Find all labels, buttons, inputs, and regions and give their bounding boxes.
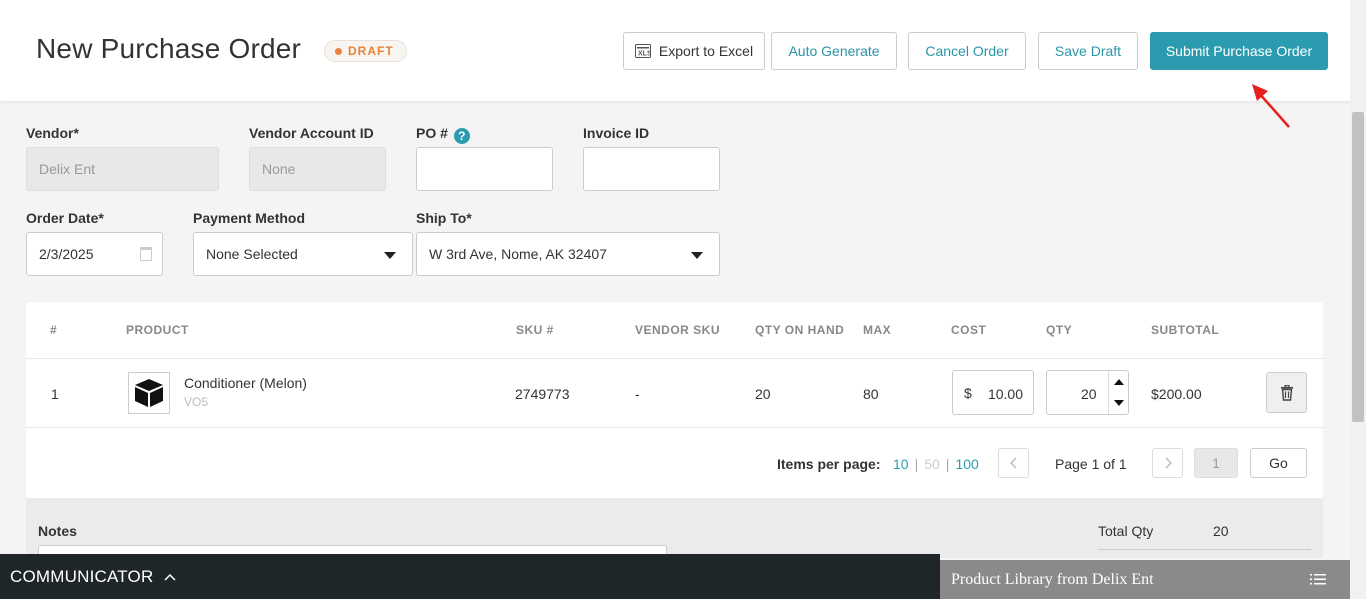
order-date-label: Order Date*	[26, 210, 104, 226]
per-page-option-10[interactable]: 10	[893, 456, 909, 472]
product-brand: VO5	[184, 395, 209, 409]
communicator-label: COMMUNICATOR	[10, 566, 154, 586]
cost-input[interactable]: $ 10.00	[952, 370, 1034, 415]
export-button-label: Export to Excel	[658, 43, 754, 59]
annotation-arrow	[1252, 84, 1290, 128]
page-indicator: Page 1 of 1	[1055, 456, 1127, 472]
column-header-vendor-sku: VENDOR SKU	[635, 323, 721, 337]
spinner-up-icon[interactable]	[1109, 371, 1129, 392]
po-number-label-text: PO #	[416, 125, 448, 141]
cost-value: 10.00	[987, 386, 1023, 402]
auto-generate-button[interactable]: Auto Generate	[771, 32, 897, 70]
product-name[interactable]: Conditioner (Melon)	[184, 375, 307, 391]
chevron-left-icon	[1009, 457, 1017, 469]
qty-value: 20	[1081, 386, 1097, 402]
items-per-page-options: 10 | 50 | 100	[893, 456, 979, 472]
save-draft-button[interactable]: Save Draft	[1038, 32, 1138, 70]
notes-section: Notes Total Qty 20	[26, 498, 1323, 565]
row-subtotal: $200.00	[1151, 386, 1202, 402]
calendar-icon[interactable]	[140, 247, 152, 261]
chevron-right-icon	[1164, 457, 1172, 469]
column-header-sku: SKU #	[516, 323, 554, 337]
row-qty-on-hand: 20	[755, 386, 771, 402]
per-page-option-50[interactable]: 50	[924, 456, 940, 472]
row-max: 80	[863, 386, 879, 402]
excel-icon: XLS	[634, 44, 651, 58]
status-badge-label: DRAFT	[348, 44, 394, 58]
line-items-card: # PRODUCT SKU # VENDOR SKU QTY ON HAND M…	[26, 302, 1323, 498]
column-header-index: #	[50, 323, 58, 337]
order-date-input[interactable]: 2/3/2025	[26, 232, 163, 276]
next-page-button[interactable]	[1152, 448, 1183, 478]
row-index: 1	[51, 386, 59, 402]
page-header: New Purchase Order DRAFT XLS Export to E…	[0, 0, 1350, 101]
row-sku: 2749773	[515, 386, 570, 402]
per-page-separator: |	[914, 456, 919, 472]
export-to-excel-button[interactable]: XLS Export to Excel	[623, 32, 765, 70]
invoice-id-input[interactable]	[583, 147, 720, 191]
submit-purchase-order-button[interactable]: Submit Purchase Order	[1150, 32, 1328, 70]
items-per-page-label: Items per page:	[777, 456, 881, 472]
vendor-field: Delix Ent	[26, 147, 219, 191]
per-page-option-100[interactable]: 100	[955, 456, 978, 472]
product-library-label: Product Library from Delix Ent	[951, 570, 1154, 588]
column-header-subtotal: SUBTOTAL	[1151, 323, 1220, 337]
spinner-down-icon[interactable]	[1109, 392, 1129, 414]
vendor-account-field: None	[249, 147, 386, 191]
product-library-bar[interactable]: Product Library from Delix Ent	[940, 560, 1350, 599]
ship-to-select[interactable]: W 3rd Ave, Nome, AK 32407	[416, 232, 720, 276]
page-title: New Purchase Order	[36, 33, 302, 64]
page-scrollbar[interactable]	[1350, 0, 1366, 599]
prev-page-button[interactable]	[998, 448, 1029, 478]
qty-stepper[interactable]: 20	[1046, 370, 1129, 415]
payment-method-value: None Selected	[206, 246, 298, 262]
communicator-bar[interactable]: COMMUNICATOR	[0, 554, 940, 599]
notes-label: Notes	[38, 523, 77, 539]
invoice-id-label: Invoice ID	[583, 125, 650, 141]
chevron-up-icon[interactable]	[163, 572, 177, 582]
cancel-order-button[interactable]: Cancel Order	[908, 32, 1026, 70]
trash-icon	[1280, 384, 1293, 401]
order-date-value: 2/3/2025	[39, 246, 94, 262]
scrollbar-thumb[interactable]	[1352, 112, 1364, 422]
help-icon[interactable]: ?	[453, 128, 470, 144]
vendor-account-value: None	[262, 161, 296, 177]
list-icon[interactable]	[1310, 573, 1326, 586]
row-divider	[26, 427, 1323, 428]
delete-row-button[interactable]	[1266, 372, 1307, 413]
header-divider	[26, 358, 1323, 359]
status-dot	[335, 47, 342, 55]
totals-divider	[1098, 549, 1311, 550]
product-thumbnail[interactable]	[128, 372, 170, 414]
chevron-down-icon	[384, 252, 396, 259]
chevron-down-icon	[691, 252, 703, 259]
po-number-label: PO # ?	[416, 125, 470, 144]
ship-to-value: W 3rd Ave, Nome, AK 32407	[429, 246, 607, 262]
qty-spinner	[1108, 371, 1128, 414]
column-header-qty-on-hand: QTY ON HAND	[755, 323, 845, 337]
ship-to-label: Ship To*	[416, 210, 472, 226]
payment-method-select[interactable]: None Selected	[193, 232, 413, 276]
total-qty-value: 20	[1213, 523, 1229, 539]
vendor-account-label: Vendor Account ID	[249, 125, 374, 141]
column-header-qty: QTY	[1046, 323, 1073, 337]
payment-method-label: Payment Method	[193, 210, 306, 226]
page-number-input[interactable]: 1	[1194, 448, 1238, 478]
column-header-max: MAX	[863, 323, 892, 337]
currency-symbol: $	[964, 385, 972, 401]
svg-text:XLS: XLS	[638, 51, 651, 58]
vendor-value: Delix Ent	[39, 161, 96, 177]
po-number-input[interactable]	[416, 147, 553, 191]
product-box-icon	[135, 379, 163, 407]
per-page-separator: |	[945, 456, 950, 472]
go-button[interactable]: Go	[1250, 448, 1307, 478]
column-header-product: PRODUCT	[126, 323, 189, 337]
column-header-cost: COST	[951, 323, 987, 337]
status-badge: DRAFT	[324, 40, 407, 62]
vendor-label: Vendor*	[26, 125, 79, 141]
total-qty-label: Total Qty	[1098, 523, 1154, 539]
row-vendor-sku: -	[635, 386, 640, 402]
